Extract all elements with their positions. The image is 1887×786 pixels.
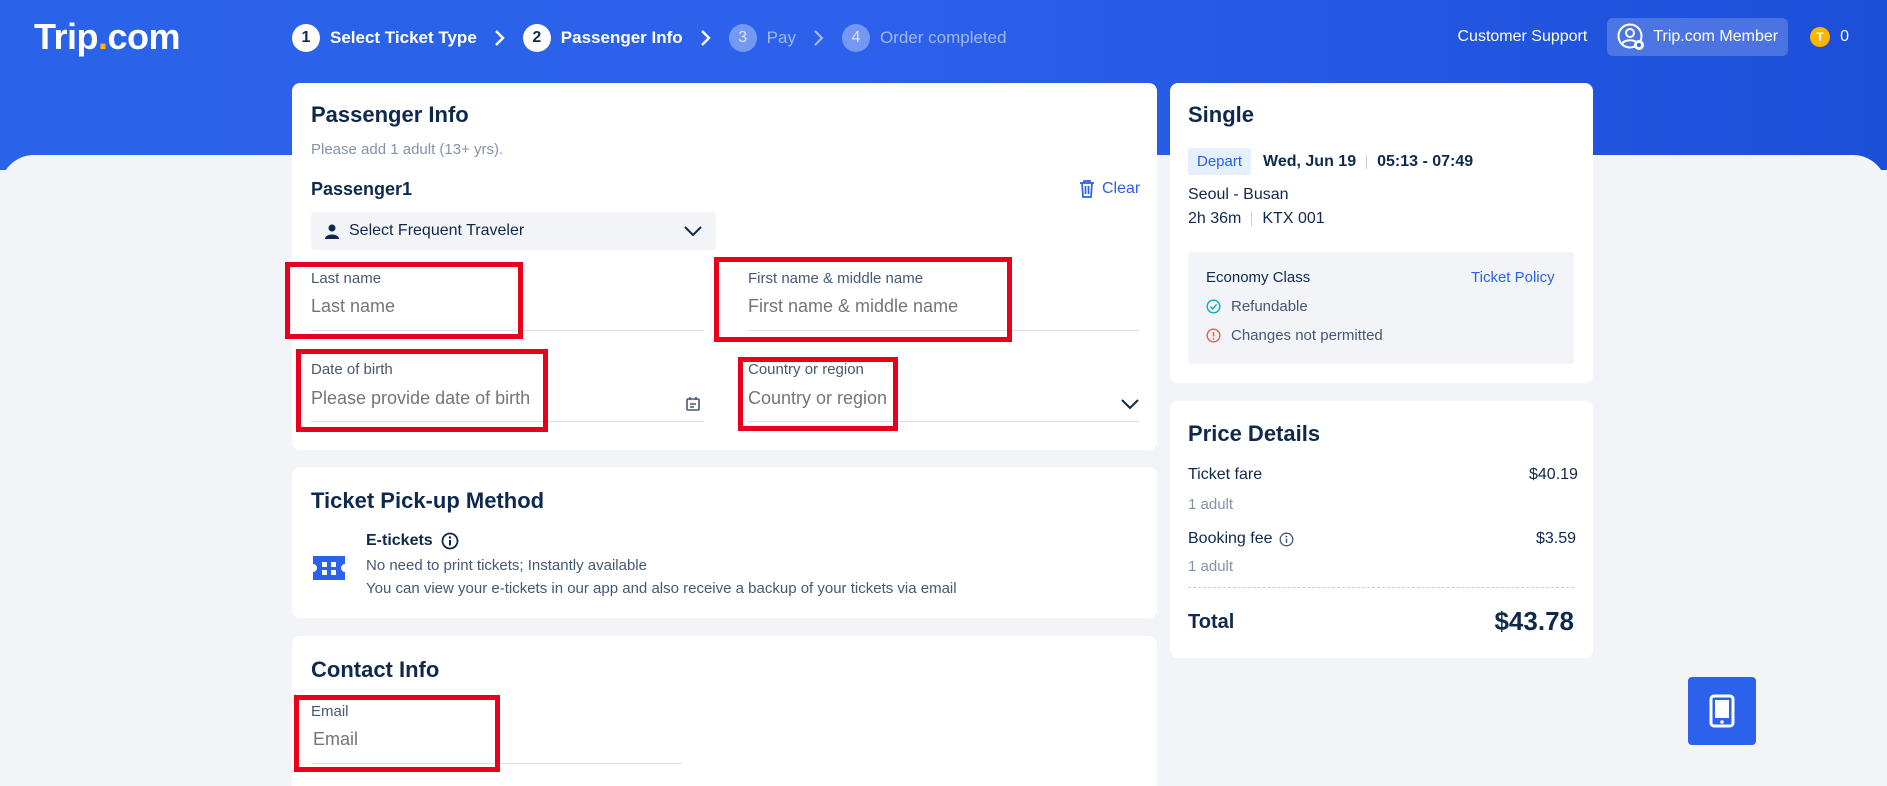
highlight-box xyxy=(738,357,898,431)
booking-fee-label: Booking fee xyxy=(1188,530,1273,547)
calendar-icon[interactable] xyxy=(686,396,700,411)
highlight-box xyxy=(285,262,523,339)
train-number: KTX 001 xyxy=(1262,210,1325,227)
passenger-info-title: Passenger Info xyxy=(311,102,469,127)
phone-icon xyxy=(1709,694,1735,728)
eticket-method: E-tickets xyxy=(366,532,459,550)
step-label: Order completed xyxy=(879,28,1007,47)
check-circle-icon xyxy=(1206,299,1221,314)
chevron-down-icon xyxy=(684,225,702,237)
trip-type-title: Single xyxy=(1188,102,1255,127)
ticket-fare-label: Ticket fare xyxy=(1188,466,1263,483)
pickup-title: Ticket Pick-up Method xyxy=(311,488,545,513)
step-number: 1 xyxy=(292,24,320,52)
customer-support-link[interactable]: Customer Support xyxy=(1457,28,1587,46)
eticket-line2: You can view your e-tickets in our app a… xyxy=(366,580,957,597)
trash-icon xyxy=(1078,179,1096,199)
eticket-line1: No need to print tickets; Instantly avai… xyxy=(366,557,647,574)
step-number: 2 xyxy=(522,24,551,52)
changes-text: Changes not permitted xyxy=(1231,327,1383,344)
eticket-label: E-tickets xyxy=(366,532,433,549)
step-label: Passenger Info xyxy=(560,28,683,47)
chevron-right-icon xyxy=(683,29,729,47)
total-value: $43.78 xyxy=(1494,606,1574,636)
departure-row: Depart Wed, Jun 19 05:13 - 07:49 xyxy=(1188,148,1473,175)
trip-details-row: 2h 36m KTX 001 xyxy=(1188,210,1325,228)
chevron-right-icon xyxy=(477,29,523,47)
highlight-box xyxy=(294,695,500,772)
clear-label: Clear xyxy=(1102,180,1141,197)
coin-icon: T xyxy=(1810,27,1831,47)
ticket-fare-value: $40.19 xyxy=(1529,466,1578,483)
divider xyxy=(1188,587,1574,588)
step-label: Select Ticket Type xyxy=(330,28,477,47)
step-label: Pay xyxy=(766,28,796,47)
alert-circle-icon xyxy=(1206,328,1221,343)
clear-button[interactable]: Clear xyxy=(1078,179,1140,199)
step-select-ticket: 1 Select Ticket Type xyxy=(292,24,477,52)
coin-count: 0 xyxy=(1840,28,1849,45)
step-order-completed: 4 Order completed xyxy=(841,24,1007,52)
step-number: 3 xyxy=(728,24,757,52)
booking-fee-value: $3.59 xyxy=(1536,530,1577,547)
depart-time: 05:13 - 07:49 xyxy=(1377,152,1474,170)
info-icon[interactable] xyxy=(1279,532,1294,547)
class-label: Economy Class xyxy=(1206,269,1311,286)
route-text: Seoul - Busan xyxy=(1188,186,1289,203)
person-icon xyxy=(325,224,339,239)
booking-fee-row: Booking fee xyxy=(1188,530,1294,548)
chevron-right-icon xyxy=(796,29,842,47)
duration-text: 2h 36m xyxy=(1188,210,1242,227)
depart-date: Wed, Jun 19 xyxy=(1263,152,1357,170)
refundable-row: Refundable xyxy=(1206,298,1308,315)
member-label: Trip.com Member xyxy=(1653,28,1779,45)
info-icon[interactable] xyxy=(441,532,459,550)
depart-tag: Depart xyxy=(1188,148,1252,175)
user-avatar-icon xyxy=(1617,23,1645,51)
step-number: 4 xyxy=(841,24,870,52)
header-actions: Customer Support Trip.com Member T 0 xyxy=(1457,18,1849,56)
changes-row: Changes not permitted xyxy=(1206,327,1383,344)
trip-coins[interactable]: T 0 xyxy=(1810,27,1849,47)
member-button[interactable]: Trip.com Member xyxy=(1607,18,1789,56)
divider xyxy=(1251,212,1253,226)
step-passenger-info: 2 Passenger Info xyxy=(522,24,683,52)
progress-steps: 1 Select Ticket Type 2 Passenger Info 3 … xyxy=(292,24,1007,52)
divider xyxy=(1366,154,1368,169)
ticket-icon xyxy=(311,554,347,582)
ticket-policy-link[interactable]: Ticket Policy xyxy=(1471,269,1555,286)
select-traveler-label: Select Frequent Traveler xyxy=(349,222,525,239)
refundable-text: Refundable xyxy=(1231,298,1308,315)
chevron-down-icon[interactable] xyxy=(1121,399,1139,410)
contact-title: Contact Info xyxy=(311,657,440,682)
passenger-label: Passenger1 xyxy=(311,179,413,199)
trip-logo[interactable]: Trip.com xyxy=(34,16,181,58)
booking-fee-qty: 1 adult xyxy=(1188,558,1234,575)
price-details-title: Price Details xyxy=(1188,421,1321,446)
highlight-box xyxy=(714,257,1012,342)
step-pay: 3 Pay xyxy=(728,24,796,52)
mobile-app-button[interactable] xyxy=(1688,677,1756,745)
total-label: Total xyxy=(1188,611,1235,633)
ticket-fare-qty: 1 adult xyxy=(1188,496,1234,513)
select-frequent-traveler[interactable]: Select Frequent Traveler xyxy=(311,212,716,250)
highlight-box xyxy=(296,349,548,432)
passenger-info-subtitle: Please add 1 adult (13+ yrs). xyxy=(311,141,504,158)
